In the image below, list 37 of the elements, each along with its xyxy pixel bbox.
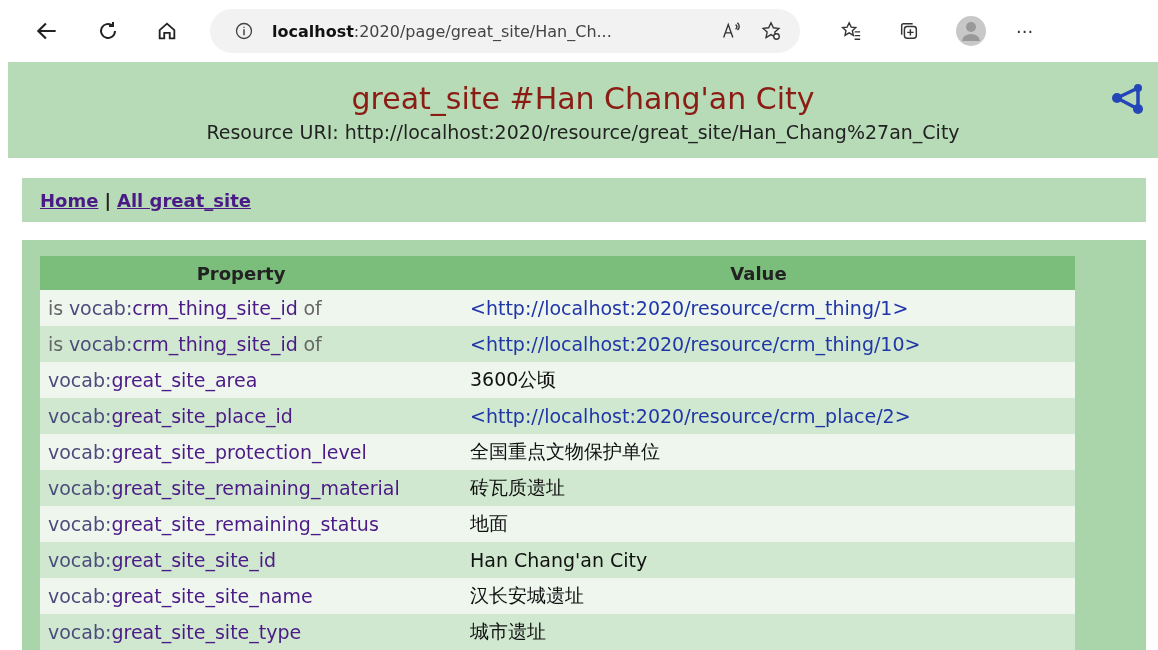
property-cell: vocab:great_site_site_name xyxy=(40,578,442,614)
property-cell: vocab:great_site_place_id xyxy=(40,398,442,434)
star-add-icon[interactable] xyxy=(760,20,782,42)
value-cell: 3600公顷 xyxy=(442,362,1075,398)
property-cell: vocab:great_site_site_id xyxy=(40,542,442,578)
property-cell: vocab:great_site_site_type xyxy=(40,614,442,650)
value-cell: 砖瓦质遗址 xyxy=(442,470,1075,506)
address-text: localhost:2020/page/great_site/Han_Ch... xyxy=(272,21,613,41)
value-link[interactable]: <http://localhost:2020/resource/crm_thing/10> xyxy=(442,326,1075,362)
home-icon[interactable] xyxy=(156,20,178,42)
value-link[interactable]: <http://localhost:2020/resource/crm_thing/1> xyxy=(442,290,1075,326)
property-cell: vocab:great_site_remaining_material xyxy=(40,470,442,506)
favorites-icon[interactable] xyxy=(840,20,862,42)
collections-icon[interactable] xyxy=(898,20,920,42)
nav-link[interactable]: All great_site xyxy=(117,189,251,211)
graph-icon[interactable] xyxy=(1112,84,1146,114)
value-link[interactable]: <http://localhost:2020/resource/crm_place/2> xyxy=(442,398,1075,434)
value-cell: 地面 xyxy=(442,506,1075,542)
resource-uri: Resource URI: http://localhost:2020/resource/great_site/Han_Chang%27an_City xyxy=(206,121,960,143)
address-bar[interactable]: localhost:2020/page/great_site/Han_Ch... xyxy=(210,9,800,53)
more-menu[interactable]: ··· xyxy=(1016,20,1034,42)
property-cell: vocab:great_site_area xyxy=(40,362,442,398)
column-header: Value xyxy=(442,256,1075,290)
value-cell: 汉长安城遗址 xyxy=(442,578,1075,614)
value-cell: 全国重点文物保护单位 xyxy=(442,434,1075,470)
value-cell: Han Chang'an City xyxy=(442,542,1075,578)
nav-link[interactable]: Home xyxy=(40,189,99,211)
column-header: Property xyxy=(40,256,442,290)
info-icon[interactable] xyxy=(234,21,254,41)
page-title: great_site #Han Chang'an City xyxy=(350,82,816,116)
nav-separator: | xyxy=(104,189,111,211)
value-cell: 城市遗址 xyxy=(442,614,1075,650)
avatar-icon[interactable] xyxy=(956,16,986,46)
property-cell: vocab:great_site_remaining_status xyxy=(40,506,442,542)
property-cell: is vocab:crm_thing_site_id of xyxy=(40,290,442,326)
property-cell: is vocab:crm_thing_site_id of xyxy=(40,326,442,362)
property-cell: vocab:great_site_protection_level xyxy=(40,434,442,470)
